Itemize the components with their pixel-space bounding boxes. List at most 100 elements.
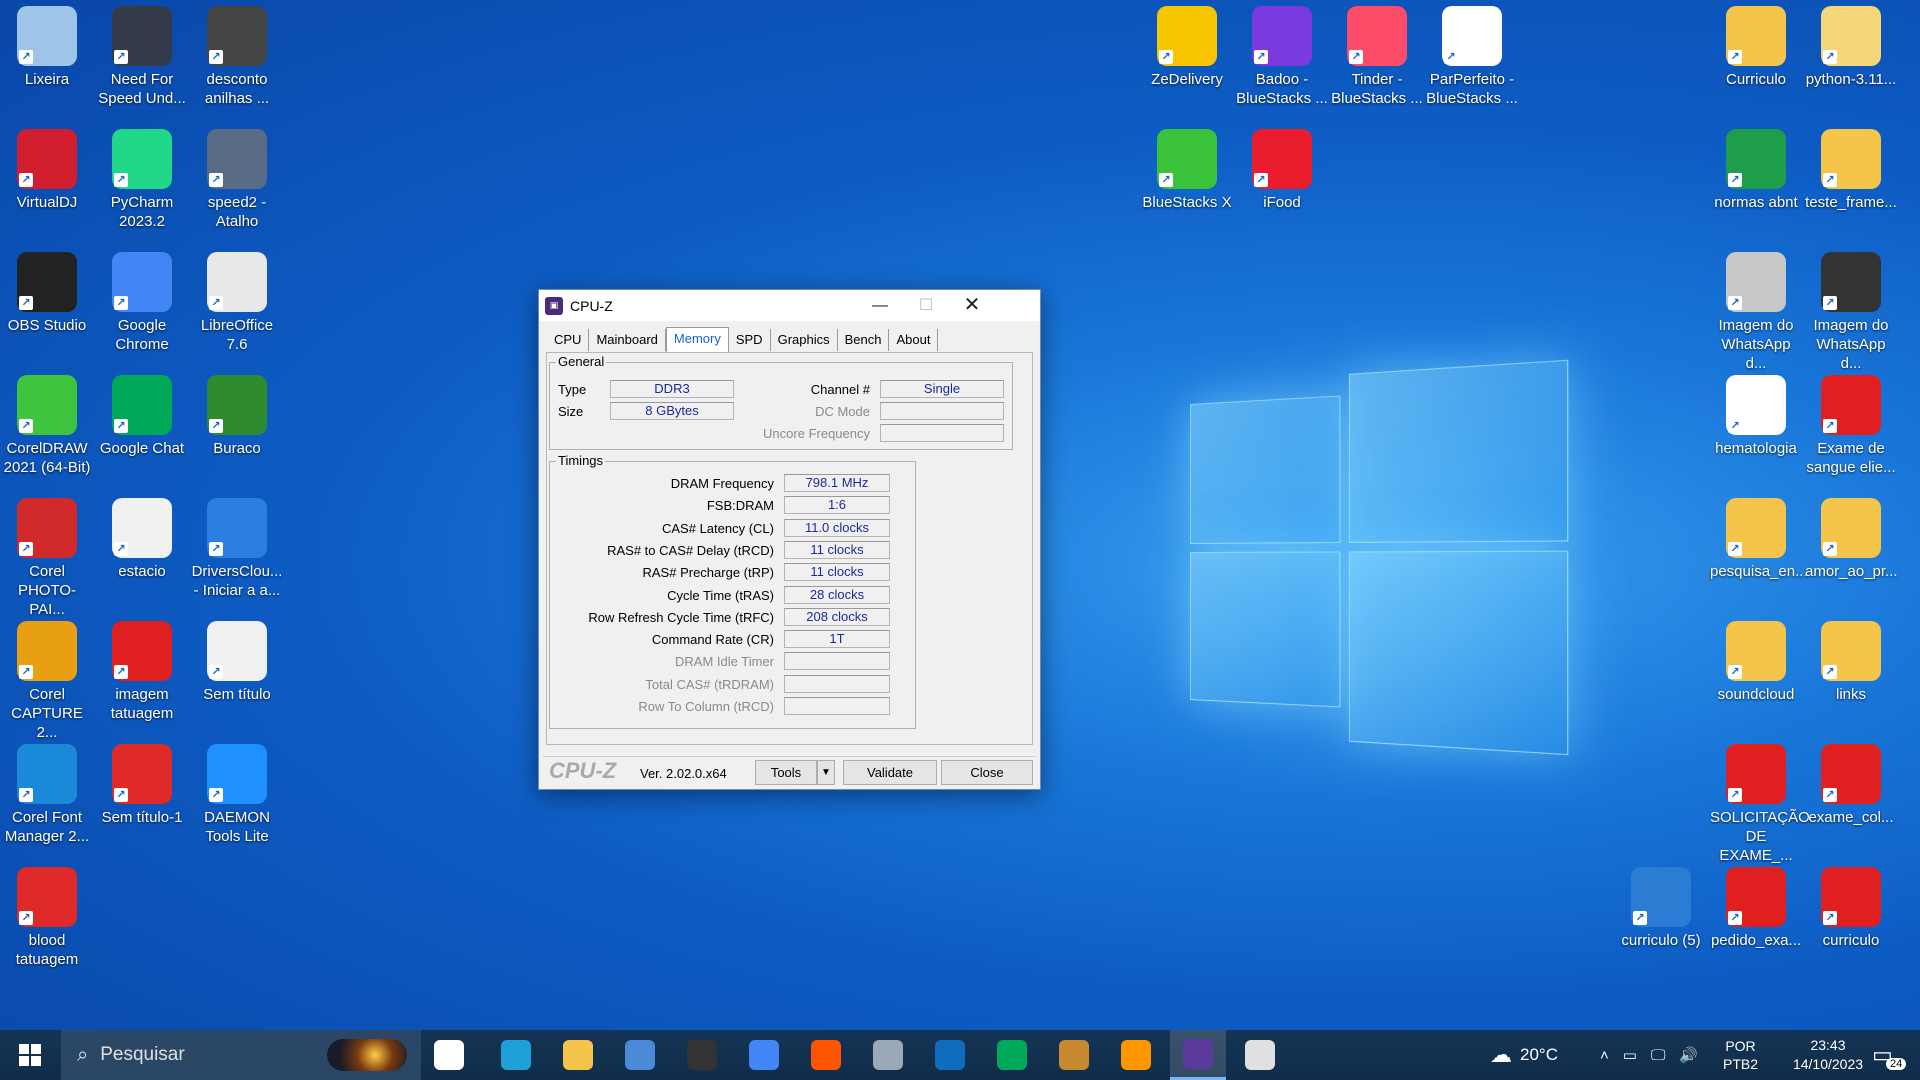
tab-cpu[interactable]: CPU bbox=[547, 329, 590, 351]
window-footer: CPU-Z Ver. 2.02.0.x64 Tools ▼ Validate C… bbox=[543, 756, 1036, 786]
tab-bench[interactable]: Bench bbox=[838, 329, 890, 351]
desktop-icon-pedido-exa[interactable]: ↗ pedido_exa... bbox=[1710, 867, 1802, 950]
taskbar-app-task-view[interactable] bbox=[421, 1030, 477, 1080]
chrome-file-icon: ↗ bbox=[1726, 498, 1786, 558]
language-indicator[interactable]: POR PTB2 bbox=[1723, 1030, 1758, 1080]
taskbar-app-paint[interactable] bbox=[1232, 1030, 1288, 1080]
desktop-icon-curriculo-5[interactable]: ↗ curriculo (5) bbox=[1615, 867, 1707, 950]
desktop-icon-pesquisa-en[interactable]: ↗ pesquisa_en... bbox=[1710, 498, 1808, 581]
taskbar-app-microsoft-store[interactable] bbox=[612, 1030, 668, 1080]
shortcut-arrow-icon: ↗ bbox=[1159, 50, 1173, 64]
desktop-icon-google-chrome[interactable]: ↗ Google Chrome bbox=[96, 252, 188, 354]
clock[interactable]: 23:43 14/10/2023 bbox=[1778, 1030, 1878, 1080]
weather-widget[interactable]: ☁ 20°C bbox=[1490, 1030, 1558, 1080]
tab-memory[interactable]: Memory bbox=[665, 327, 729, 352]
desktop-icon-label: Imagem do WhatsApp d... bbox=[1718, 317, 1794, 372]
image-file-icon: ↗ bbox=[207, 621, 267, 681]
desktop-icon-hematologia[interactable]: ↗ hematologia bbox=[1710, 375, 1802, 458]
desktop-icon-virtualdj[interactable]: ↗ VirtualDJ bbox=[1, 129, 93, 212]
desktop-icon-imagem-do-whatsapp-d[interactable]: ↗ Imagem do WhatsApp d... bbox=[1805, 252, 1897, 373]
soundcloud-icon bbox=[811, 1040, 841, 1070]
desktop-icon-normas-abnt[interactable]: ↗ normas abnt bbox=[1710, 129, 1802, 212]
desktop-icon-coreldraw-2021-64-bit[interactable]: ↗ CorelDRAW 2021 (64-Bit) bbox=[1, 375, 93, 477]
chevron-up-icon[interactable]: ˄ bbox=[1600, 1047, 1609, 1064]
desktop-icon-corel-capture-2[interactable]: ↗ Corel CAPTURE 2... bbox=[1, 621, 93, 742]
network-icon[interactable]: 🖵 bbox=[1651, 1047, 1665, 1064]
desktop-icon-soundcloud[interactable]: ↗ soundcloud bbox=[1710, 621, 1802, 704]
desktop-icon-desconto-anilhas[interactable]: ↗ desconto anilhas ... bbox=[191, 6, 283, 108]
taskbar-app-camera[interactable] bbox=[860, 1030, 916, 1080]
taskbar-app-sublime[interactable] bbox=[1108, 1030, 1164, 1080]
desktop-icon-parperfeito-bluestacks[interactable]: ↗ ParPerfeito - BlueStacks ... bbox=[1426, 6, 1518, 108]
tab-graphics[interactable]: Graphics bbox=[771, 329, 838, 351]
desktop-icon-corel-photo-pai[interactable]: ↗ Corel PHOTO-PAI... bbox=[1, 498, 93, 619]
shortcut-arrow-icon: ↗ bbox=[1823, 788, 1837, 802]
taskbar-app-google-chat[interactable] bbox=[984, 1030, 1040, 1080]
desktop-icon-blood-tatuagem[interactable]: ↗ blood tatuagem bbox=[1, 867, 93, 969]
taskbar-app-soundcloud[interactable] bbox=[798, 1030, 854, 1080]
desktop-icon-links[interactable]: ↗ links bbox=[1805, 621, 1897, 704]
desktop-icon-label: BlueStacks X bbox=[1142, 194, 1232, 211]
taskbar-app-audio-app[interactable] bbox=[674, 1030, 730, 1080]
search-box[interactable]: ⌕ Pesquisar bbox=[61, 1030, 421, 1080]
desktop-icon-solicita-o-de-exame[interactable]: ↗ SOLICITAÇÃO DE EXAME_... bbox=[1710, 744, 1810, 865]
desktop-icon-corel-font-manager-2[interactable]: ↗ Corel Font Manager 2... bbox=[1, 744, 93, 846]
shortcut-arrow-icon: ↗ bbox=[1823, 911, 1837, 925]
minimize-button[interactable]: — bbox=[857, 290, 903, 321]
taskbar-app-file-explorer[interactable] bbox=[550, 1030, 606, 1080]
desktop-icon-tinder-bluestacks[interactable]: ↗ Tinder - BlueStacks ... bbox=[1331, 6, 1423, 108]
tab-about[interactable]: About bbox=[889, 329, 939, 351]
desktop-icon-obs-studio[interactable]: ↗ OBS Studio bbox=[1, 252, 93, 335]
desktop-icon-daemon-tools-lite[interactable]: ↗ DAEMON Tools Lite bbox=[191, 744, 283, 846]
desktop-icon-speed2-atalho[interactable]: ↗ speed2 - Atalho bbox=[191, 129, 283, 231]
desktop-icon-badoo-bluestacks[interactable]: ↗ Badoo - BlueStacks ... bbox=[1236, 6, 1328, 108]
start-button[interactable] bbox=[0, 1030, 60, 1080]
desktop-icon-exame-de-sangue-elie[interactable]: ↗ Exame de sangue elie... bbox=[1805, 375, 1897, 477]
taskbar-app-edge[interactable] bbox=[488, 1030, 544, 1080]
tools-dropdown-button[interactable]: ▼ bbox=[817, 760, 835, 785]
outlook-icon bbox=[935, 1040, 965, 1070]
desktop-icon-need-for-speed-und[interactable]: ↗ Need For Speed Und... bbox=[96, 6, 188, 108]
desktop-icon-imagem-do-whatsapp-d[interactable]: ↗ Imagem do WhatsApp d... bbox=[1710, 252, 1802, 373]
notification-center-button[interactable]: ▭ 24 bbox=[1872, 1030, 1907, 1080]
desktop-icon-estacio[interactable]: ↗ estacio bbox=[96, 498, 188, 581]
desktop-icon-teste-frame[interactable]: ↗ teste_frame... bbox=[1805, 129, 1897, 212]
maximize-button[interactable]: ☐ bbox=[903, 290, 949, 321]
close-window-button[interactable]: ✕ bbox=[949, 290, 995, 321]
desktop-icon-curriculo[interactable]: ↗ curriculo bbox=[1805, 867, 1897, 950]
desktop-icon-zedelivery[interactable]: ↗ ZeDelivery bbox=[1141, 6, 1233, 89]
desktop-icon-amor-ao-pr[interactable]: ↗ amor_ao_pr... bbox=[1805, 498, 1898, 581]
tab-spd[interactable]: SPD bbox=[729, 329, 771, 351]
taskbar-app-cpuz[interactable] bbox=[1170, 1030, 1226, 1080]
title-bar[interactable]: ▣ CPU-Z — ☐ ✕ bbox=[539, 290, 1040, 321]
tools-button[interactable]: Tools bbox=[755, 760, 817, 785]
desktop-icon-label: DriversClou... - Iniciar a a... bbox=[191, 563, 283, 599]
desktop-icon-driversclou-iniciar-a-a[interactable]: ↗ DriversClou... - Iniciar a a... bbox=[191, 498, 283, 600]
taskbar-app-outlook[interactable] bbox=[922, 1030, 978, 1080]
desktop-icon-lixeira[interactable]: ↗ Lixeira bbox=[1, 6, 93, 89]
meet-now-icon[interactable]: ▭ bbox=[1623, 1046, 1637, 1064]
validate-button[interactable]: Validate bbox=[843, 760, 937, 785]
search-highlight-icon bbox=[327, 1039, 407, 1071]
desktop-icon-curriculo[interactable]: ↗ Curriculo bbox=[1710, 6, 1802, 89]
desktop-icon-bluestacks-x[interactable]: ↗ BlueStacks X bbox=[1141, 129, 1233, 212]
desktop-icon-imagem-tatuagem[interactable]: ↗ imagem tatuagem bbox=[96, 621, 188, 723]
shortcut-arrow-icon: ↗ bbox=[1728, 788, 1742, 802]
chrome-file-icon: ↗ bbox=[1821, 498, 1881, 558]
close-button[interactable]: Close bbox=[941, 760, 1033, 785]
desktop-icon-exame-col[interactable]: ↗ exame_col... bbox=[1805, 744, 1897, 827]
desktop-icon-sem-t-tulo-1[interactable]: ↗ Sem título-1 bbox=[96, 744, 188, 827]
taskbar-app-game[interactable] bbox=[1046, 1030, 1102, 1080]
virtualdj-icon: ↗ bbox=[17, 129, 77, 189]
volume-icon[interactable]: 🔊 bbox=[1679, 1046, 1698, 1064]
desktop-icon-pycharm-2023-2[interactable]: ↗ PyCharm 2023.2 bbox=[96, 129, 188, 231]
tab-mainboard[interactable]: Mainboard bbox=[589, 329, 666, 351]
desktop-icon-libreoffice-7-6[interactable]: ↗ LibreOffice 7.6 bbox=[191, 252, 283, 354]
desktop-icon-sem-t-tulo[interactable]: ↗ Sem título bbox=[191, 621, 283, 704]
desktop-icon-buraco[interactable]: ↗ Buraco bbox=[191, 375, 283, 458]
desktop-icon-python-3-11[interactable]: ↗ python-3.11... bbox=[1805, 6, 1897, 89]
taskbar-app-chrome[interactable] bbox=[736, 1030, 792, 1080]
desktop-icon-ifood[interactable]: ↗ iFood bbox=[1236, 129, 1328, 212]
desktop-icon-label: desconto anilhas ... bbox=[204, 71, 270, 107]
desktop-icon-google-chat[interactable]: ↗ Google Chat bbox=[96, 375, 188, 458]
